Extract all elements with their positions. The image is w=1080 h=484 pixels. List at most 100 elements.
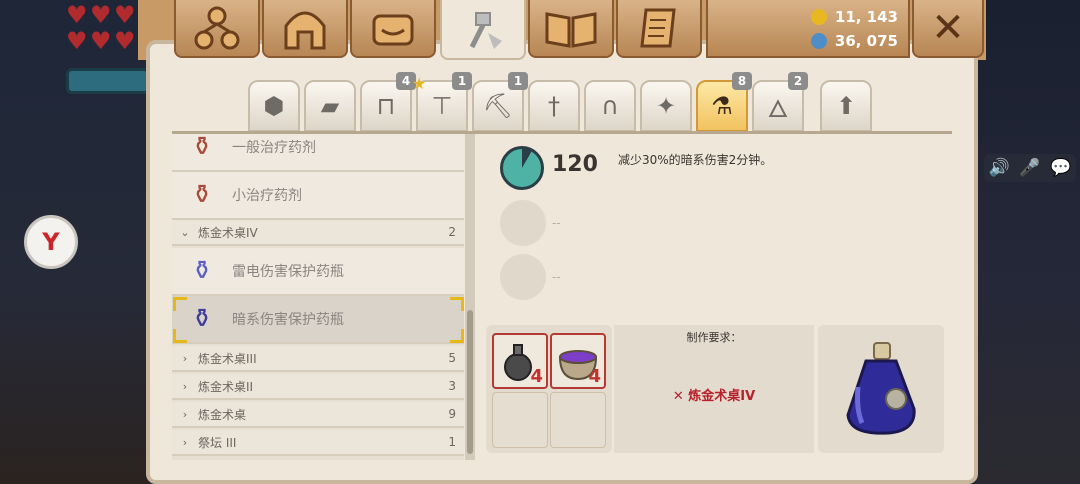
chevron-right-icon: › (182, 351, 188, 365)
heart-icon: ♥ (90, 1, 112, 29)
list-item[interactable]: ⚱ 雷电伤害保护药瓶 (172, 248, 464, 296)
group-header[interactable]: ⌄ 炼金术桌IV 2 (172, 220, 464, 246)
tab-equipment[interactable] (262, 0, 348, 58)
subtab-light[interactable]: 🜂 2 (752, 72, 808, 132)
empty-effect-text: -- (552, 270, 561, 284)
torch-icon: 🜂 (767, 95, 789, 123)
group-label: 祭坛 III (198, 435, 237, 450)
group-header[interactable]: › 炼金术桌II 3 (172, 374, 464, 400)
recipe-label: 一般治疗药剂 (232, 140, 316, 156)
selection-corner (450, 329, 464, 343)
tab-map[interactable] (528, 0, 614, 58)
potion-icon: ⚱ (191, 256, 213, 286)
dark-protection-potion-icon (846, 342, 916, 435)
requirement-item: ✕ 炼金术桌IV (614, 385, 814, 404)
gold-coin-icon (810, 9, 827, 25)
game-world-right (975, 0, 1080, 484)
group-header[interactable]: › 炼金术桌 9 (172, 402, 464, 428)
group-count: 2 (448, 225, 456, 239)
health-hearts: ♥ ♥ ♥ ♥ ♥ ♥ (66, 1, 146, 64)
heart-icon: ♥ (90, 27, 112, 55)
voice-chat-bar: 🔊 🎤 💬 (984, 154, 1076, 182)
scrollbar-thumb[interactable] (467, 310, 473, 454)
duration-timer-icon (500, 146, 544, 190)
subtab-potions[interactable]: ⚗ 8 (696, 72, 752, 132)
subtab-magic[interactable]: ✦ (640, 80, 692, 132)
result-preview[interactable] (818, 325, 944, 453)
group-label: 炼金术桌IV (198, 225, 258, 240)
subtab-armor[interactable]: ∩ (584, 80, 636, 132)
table-icon: ⊤ (431, 92, 453, 120)
helmet-icon (284, 11, 326, 50)
ingredient-slot[interactable]: 4 (492, 333, 548, 389)
subtab-materials[interactable]: ▰ (304, 80, 356, 132)
close-button[interactable]: ✕ (912, 0, 984, 58)
speaker-icon[interactable]: 🔊 (989, 158, 1010, 178)
crafting-hammer-icon (469, 12, 502, 49)
selection-corner (173, 329, 187, 343)
group-count: 9 (448, 407, 456, 421)
list-item[interactable]: ⚱ 一般治疗药剂 (172, 134, 464, 172)
upgrade-arrow-icon: ⬆ (835, 92, 857, 120)
tab-quests[interactable] (616, 0, 702, 58)
group-count: 3 (448, 379, 456, 393)
empty-effect-slot (500, 200, 546, 246)
subtab-blocks[interactable]: ⬢ (248, 80, 300, 132)
group-header[interactable]: › 炼金术桌III 5 (172, 346, 464, 372)
group-count: 5 (448, 351, 456, 365)
selection-corner (450, 297, 464, 311)
currency-display: 11, 143 36, 075 (706, 0, 910, 58)
list-item[interactable]: ⚱ 小治疗药剂 (172, 172, 464, 220)
list-item-selected[interactable]: ⚱ 暗系伤害保护药瓶 (172, 296, 464, 344)
group-label: 炼金术桌 (198, 407, 247, 422)
gold-amount: 11, 143 (834, 8, 898, 26)
gem-amount: 36, 075 (834, 32, 898, 50)
tab-inventory[interactable] (350, 0, 436, 58)
ingredient-count: 4 (530, 366, 543, 387)
chat-bubble-icon[interactable]: 💬 (1050, 158, 1071, 178)
scroll-icon (640, 8, 676, 48)
heart-icon: ♥ (114, 27, 136, 55)
ingredient-slot-empty (492, 392, 548, 448)
potion-icon: ⚱ (191, 180, 213, 210)
group-count: 1 (448, 435, 456, 449)
duration-value: 120 (552, 152, 598, 177)
floating-logo-icon[interactable]: Y (24, 215, 78, 269)
sword-icon: † (548, 92, 560, 120)
group-header[interactable]: › 祭坛 III 1 (172, 430, 464, 456)
subtab-weapons[interactable]: † (528, 80, 580, 132)
recipe-list: ⚱ 一般治疗药剂 ⚱ 小治疗药剂 ⌄ 炼金术桌IV 2 ⚱ 雷电伤害保护药瓶 ⚱… (172, 134, 464, 460)
badge: 2 (788, 72, 808, 90)
badge: 1 (452, 72, 472, 90)
subtab-tools[interactable]: ⛏ 1 (472, 72, 528, 132)
subtab-table[interactable]: ★ ⊤ 1 (412, 72, 472, 132)
heart-icon: ♥ (66, 27, 88, 55)
chevron-right-icon: › (182, 379, 188, 393)
bag-icon (372, 14, 414, 46)
recipe-label: 小治疗药剂 (232, 188, 302, 204)
map-book-icon (545, 12, 597, 48)
ingredient-count: 4 (588, 366, 601, 387)
chevron-right-icon: › (182, 435, 188, 449)
heart-icon: ♥ (114, 1, 136, 29)
armor-helmet-icon: ∩ (601, 92, 619, 120)
subtab-workbench[interactable]: ⊓ 4 (360, 72, 416, 132)
badge: 1 (508, 72, 528, 90)
skills-tree-icon (194, 6, 240, 50)
recipe-label: 雷电伤害保护药瓶 (232, 264, 344, 280)
requirement-label: 炼金术桌IV (688, 389, 756, 404)
cross-icon: ✕ (672, 389, 684, 404)
group-label: 炼金术桌III (198, 351, 257, 366)
tab-crafting[interactable] (440, 0, 526, 60)
chevron-right-icon: › (182, 407, 188, 421)
close-icon: ✕ (931, 5, 965, 51)
subtab-upgrade[interactable]: ⬆ (820, 80, 872, 132)
pickaxe-icon: ⛏ (482, 92, 514, 120)
ingredient-slot[interactable]: 4 (550, 333, 606, 389)
potion-icon: ⚱ (191, 134, 213, 162)
gem-icon (810, 33, 827, 49)
tab-skills[interactable] (174, 0, 260, 58)
requirements-title: 制作要求： (686, 331, 742, 344)
workbench-icon: ⊓ (376, 92, 396, 120)
microphone-icon[interactable]: 🎤 (1019, 158, 1040, 178)
